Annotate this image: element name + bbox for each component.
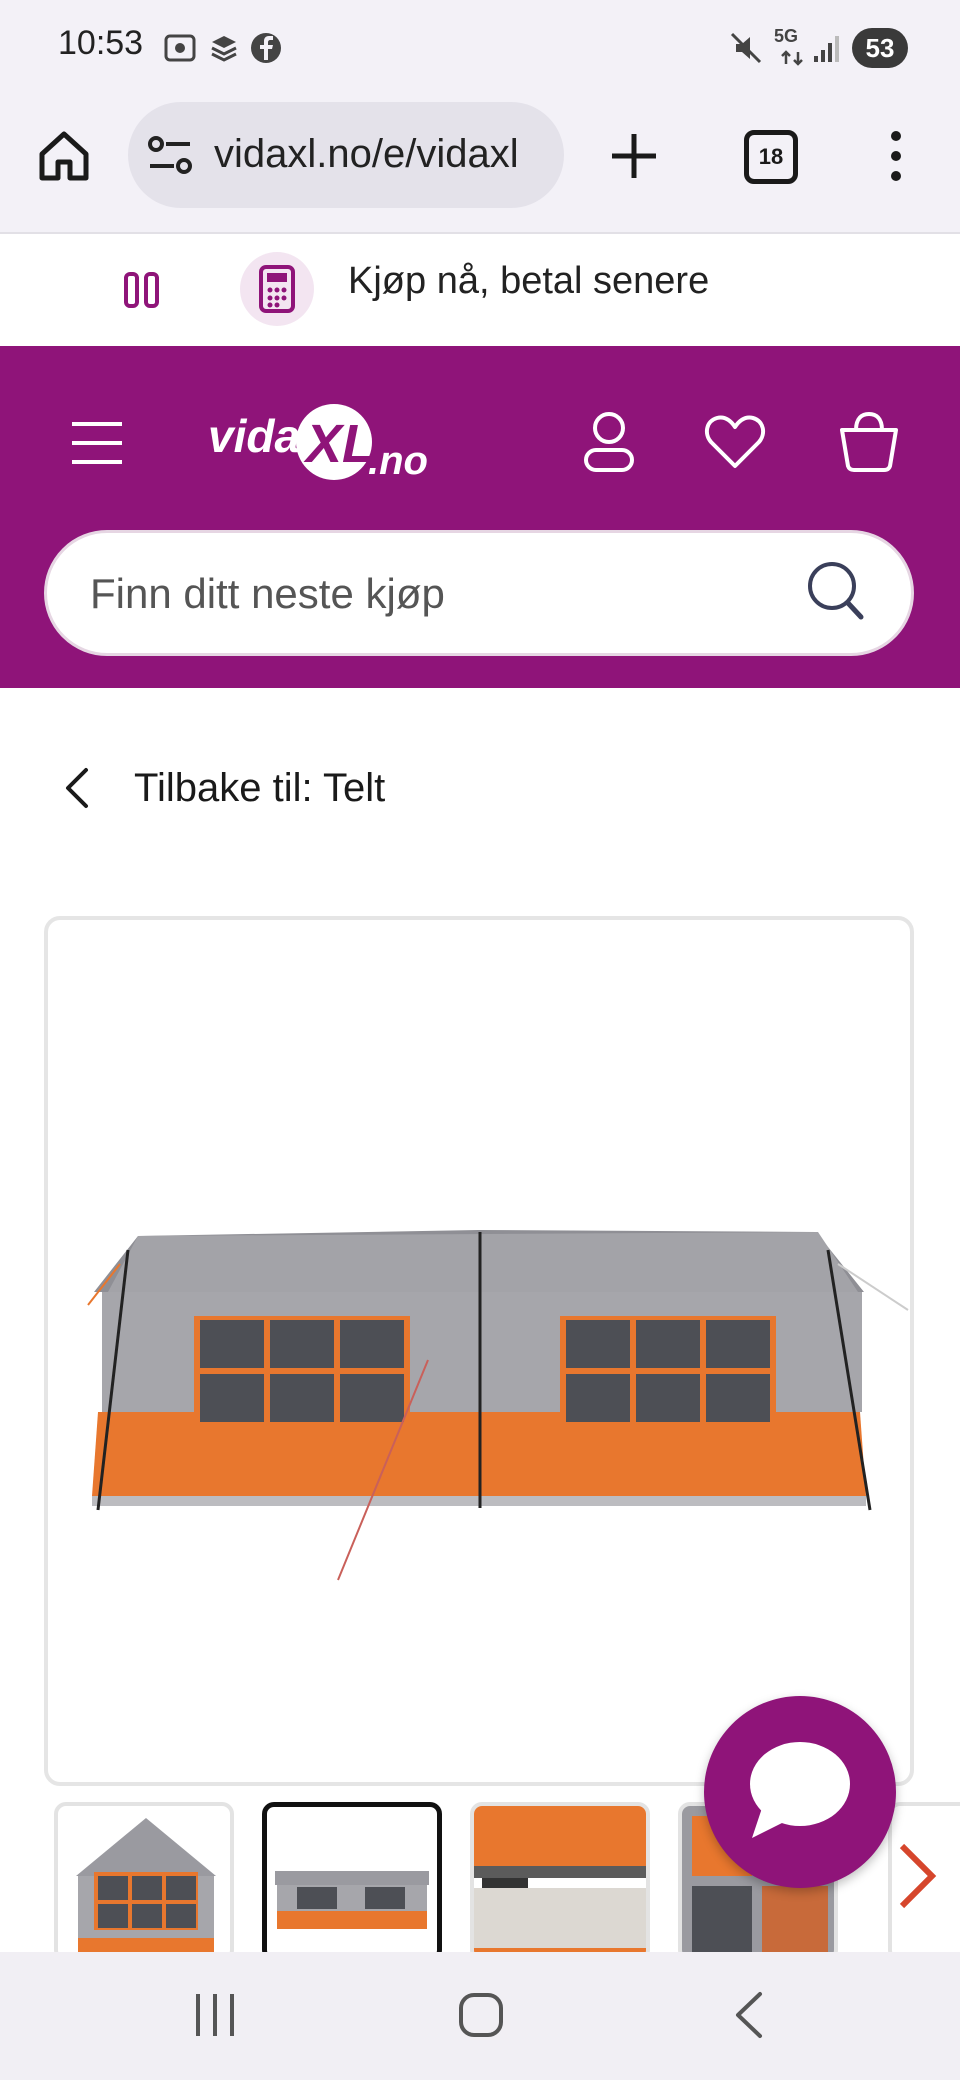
status-time: 10:53 bbox=[58, 24, 144, 62]
pause-icon[interactable] bbox=[122, 270, 162, 310]
svg-text:vida: vida bbox=[208, 410, 300, 462]
battery-indicator: 53 bbox=[852, 28, 908, 68]
cart-icon[interactable] bbox=[836, 408, 902, 474]
product-image-card[interactable] bbox=[44, 916, 914, 1786]
calculator-icon bbox=[240, 252, 314, 326]
vidaxl-logo[interactable]: vida XL .no bbox=[208, 398, 448, 488]
svg-text:.no: .no bbox=[368, 439, 428, 483]
tent-side-thumbnail[interactable] bbox=[262, 1802, 442, 1962]
search-input[interactable] bbox=[90, 566, 790, 622]
tent-image bbox=[87, 1230, 909, 1581]
5g-icon bbox=[781, 50, 803, 66]
next-thumbnail[interactable] bbox=[888, 1802, 960, 1962]
tabs-icon[interactable]: 18 bbox=[744, 130, 798, 184]
home-icon[interactable] bbox=[36, 128, 92, 184]
back-nav-icon[interactable] bbox=[730, 1990, 770, 2040]
promo-text[interactable]: Kjøp nå, betal senere bbox=[348, 260, 709, 303]
search-icon[interactable] bbox=[806, 560, 866, 622]
recent-apps-icon[interactable] bbox=[190, 1990, 240, 2040]
signal-icon bbox=[814, 36, 839, 62]
facebook-icon bbox=[251, 33, 281, 63]
back-link-label[interactable]: Tilbake til: Telt bbox=[134, 766, 385, 811]
svg-text:XL: XL bbox=[303, 414, 375, 474]
site-settings-icon[interactable] bbox=[146, 134, 196, 178]
chat-button[interactable] bbox=[704, 1696, 896, 1888]
more-icon[interactable] bbox=[876, 128, 916, 184]
menu-icon[interactable] bbox=[70, 420, 124, 466]
wishlist-icon[interactable] bbox=[704, 414, 766, 470]
tab-count: 18 bbox=[758, 144, 784, 169]
home-nav-icon[interactable] bbox=[456, 1990, 506, 2040]
layers-icon bbox=[211, 36, 237, 62]
chat-bubble-icon bbox=[750, 1742, 850, 1838]
account-icon[interactable] bbox=[580, 410, 638, 474]
fabric-detail-thumbnail[interactable] bbox=[470, 1802, 650, 1962]
url-text[interactable]: vidaxl.no/e/vidaxl bbox=[214, 132, 544, 177]
mute-icon bbox=[730, 32, 762, 64]
screenshot-icon bbox=[164, 34, 196, 62]
chevron-left-icon[interactable] bbox=[60, 766, 96, 810]
new-tab-icon[interactable] bbox=[608, 130, 660, 182]
tent-front-thumbnail[interactable] bbox=[54, 1802, 234, 1962]
